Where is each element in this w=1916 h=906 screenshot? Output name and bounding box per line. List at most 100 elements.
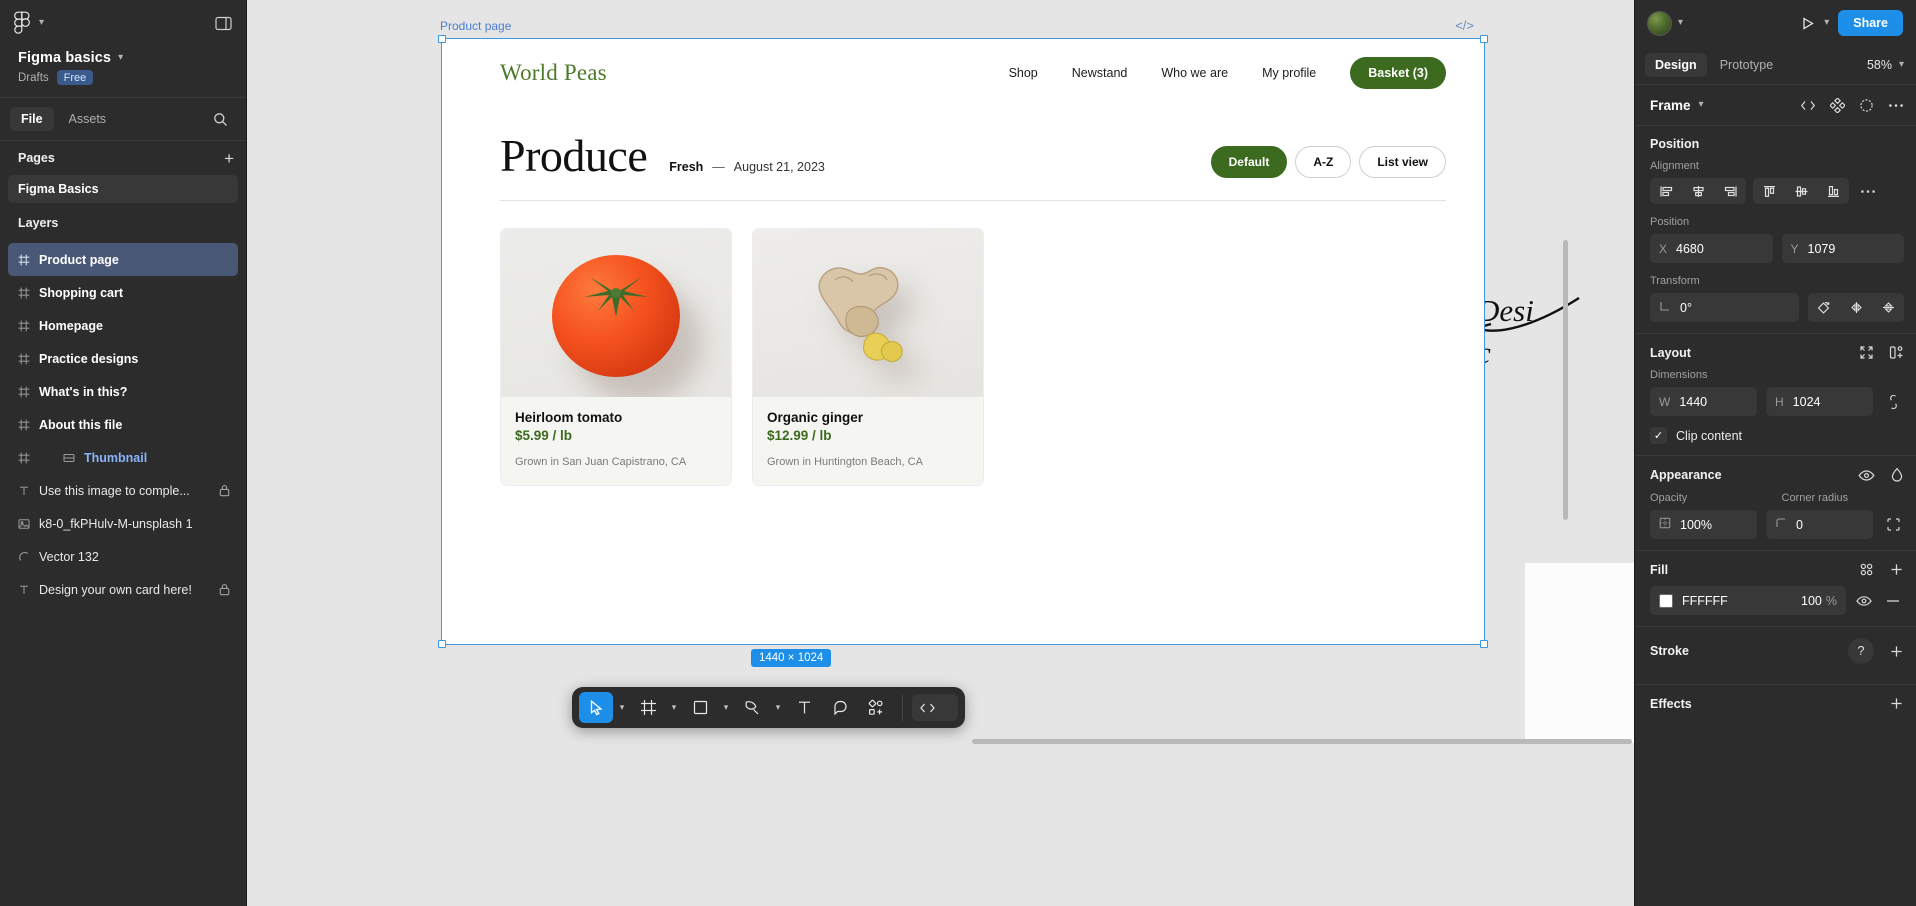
resize-handle-bottom-left[interactable]: [438, 640, 446, 648]
nav-link-my-profile[interactable]: My profile: [1262, 66, 1316, 80]
more-options-icon[interactable]: [1888, 103, 1904, 108]
layer-row[interactable]: k8-0_fkPHulv-M-unsplash 1: [8, 507, 238, 540]
lock-icon[interactable]: [219, 583, 230, 596]
styles-icon[interactable]: [1859, 562, 1874, 577]
layer-row[interactable]: Vector 132: [8, 540, 238, 573]
add-fill-icon[interactable]: [1889, 562, 1904, 577]
blend-mode-icon[interactable]: [1890, 467, 1904, 483]
layer-row[interactable]: What's in this?: [8, 375, 238, 408]
resize-to-fit-icon[interactable]: [1859, 345, 1874, 360]
dev-mode-code-icon[interactable]: [912, 694, 958, 721]
lock-aspect-ratio-icon[interactable]: [1882, 394, 1904, 410]
position-y-field[interactable]: Y 1079: [1781, 234, 1904, 263]
position-x-field[interactable]: X 4680: [1650, 234, 1773, 263]
pill-list-view[interactable]: List view: [1359, 146, 1446, 178]
zoom-control[interactable]: 58% ▾: [1867, 58, 1904, 72]
file-title-row[interactable]: Figma basics ▾: [18, 50, 232, 66]
layer-row[interactable]: Use this image to comple...: [8, 474, 238, 507]
avatar[interactable]: [1647, 10, 1672, 36]
width-field[interactable]: W 1440: [1650, 387, 1757, 416]
clip-content-checkbox[interactable]: ✓: [1650, 427, 1667, 444]
tab-file[interactable]: File: [10, 107, 54, 131]
layer-row[interactable]: Practice designs: [8, 342, 238, 375]
pill-a-z[interactable]: A-Z: [1295, 146, 1352, 178]
figma-menu-button[interactable]: ▾: [14, 11, 44, 35]
horizontal-scrollbar[interactable]: [972, 739, 1632, 744]
selection-type[interactable]: Frame ▾: [1650, 98, 1704, 113]
toggle-ui-panels-icon[interactable]: [215, 16, 232, 31]
chevron-down-icon[interactable]: ▾: [667, 702, 681, 713]
nav-link-who-we-are[interactable]: Who we are: [1161, 66, 1228, 80]
pill-default[interactable]: Default: [1210, 146, 1288, 178]
layer-row[interactable]: Shopping cart: [8, 276, 238, 309]
help-icon[interactable]: ?: [1848, 638, 1874, 664]
align-horizontal-center-icon[interactable]: [1682, 178, 1714, 204]
rotation-field[interactable]: 0°: [1650, 293, 1799, 322]
align-right-icon[interactable]: [1714, 178, 1746, 204]
product-card[interactable]: Organic ginger $12.99 / lb Grown in Hunt…: [752, 228, 984, 486]
rectangle-icon[interactable]: [683, 692, 717, 723]
product-card[interactable]: Heirloom tomato $5.99 / lb Grown in San …: [500, 228, 732, 486]
share-button[interactable]: Share: [1838, 10, 1903, 36]
comment-icon[interactable]: [823, 692, 857, 723]
chevron-down-icon[interactable]: ▾: [771, 702, 785, 713]
independent-corners-icon[interactable]: [1882, 517, 1904, 532]
search-icon[interactable]: [213, 112, 236, 127]
frame-name-label[interactable]: Product page: [440, 19, 511, 33]
remove-fill-icon[interactable]: [1882, 599, 1904, 603]
layer-row[interactable]: About this file: [8, 408, 238, 441]
reset-instance-icon[interactable]: [1859, 98, 1874, 113]
tab-design[interactable]: Design: [1645, 53, 1707, 77]
color-swatch[interactable]: [1659, 593, 1673, 608]
user-menu[interactable]: ▾: [1647, 10, 1683, 36]
frame-icon[interactable]: [631, 692, 665, 723]
add-effect-icon[interactable]: [1889, 696, 1904, 711]
site-brand[interactable]: World Peas: [500, 60, 607, 86]
clip-content-row[interactable]: ✓ Clip content: [1650, 427, 1904, 444]
rotate-icon[interactable]: [1808, 293, 1840, 322]
text-tool-icon[interactable]: [787, 692, 821, 723]
nav-link-newstand[interactable]: Newstand: [1072, 66, 1128, 80]
fill-opacity[interactable]: 100 %: [1801, 594, 1837, 608]
code-icon[interactable]: </>: [1455, 18, 1474, 33]
add-component-icon[interactable]: [859, 692, 893, 723]
product-page-frame[interactable]: World Peas Shop Newstand Who we are My p…: [438, 35, 1488, 648]
tab-prototype[interactable]: Prototype: [1710, 53, 1784, 77]
flip-horizontal-icon[interactable]: [1840, 293, 1872, 322]
flip-vertical-icon[interactable]: [1872, 293, 1904, 322]
plan-badge[interactable]: Free: [56, 70, 94, 85]
move-cursor-icon[interactable]: [579, 692, 613, 723]
align-vertical-center-icon[interactable]: [1785, 178, 1817, 204]
add-stroke-icon[interactable]: [1889, 644, 1904, 659]
opacity-field[interactable]: 100%: [1650, 510, 1757, 539]
chevron-down-icon[interactable]: ▾: [719, 702, 733, 713]
align-left-icon[interactable]: [1650, 178, 1682, 204]
chevron-down-icon[interactable]: ▾: [615, 702, 629, 713]
tab-assets[interactable]: Assets: [58, 107, 118, 131]
basket-button[interactable]: Basket (3): [1350, 57, 1446, 89]
add-auto-layout-icon[interactable]: [1889, 345, 1904, 360]
resize-handle-top-right[interactable]: [1480, 35, 1488, 43]
more-options-icon[interactable]: [1860, 189, 1876, 194]
create-component-icon[interactable]: [1830, 97, 1845, 113]
plus-icon[interactable]: +: [224, 150, 234, 167]
resize-handle-bottom-right[interactable]: [1480, 640, 1488, 648]
visibility-eye-icon[interactable]: [1853, 595, 1875, 607]
page-item-figma-basics[interactable]: Figma Basics: [8, 175, 238, 203]
visibility-eye-icon[interactable]: [1858, 469, 1875, 482]
layer-row[interactable]: Design your own card here!: [8, 573, 238, 606]
layer-row[interactable]: Thumbnail: [8, 441, 238, 474]
code-icon[interactable]: [1800, 99, 1816, 112]
layer-row[interactable]: Product page: [8, 243, 238, 276]
lock-icon[interactable]: [219, 484, 230, 497]
pen-icon[interactable]: [735, 692, 769, 723]
fill-color-field[interactable]: FFFFFF 100 %: [1650, 586, 1846, 615]
resize-handle-top-left[interactable]: [438, 35, 446, 43]
vertical-scrollbar[interactable]: [1563, 240, 1568, 520]
align-top-icon[interactable]: [1753, 178, 1785, 204]
chevron-down-icon[interactable]: ▾: [1824, 18, 1829, 28]
canvas-area[interactable]: Product page </> Desic World Peas Shop N…: [247, 0, 1634, 906]
height-field[interactable]: H 1024: [1766, 387, 1873, 416]
align-bottom-icon[interactable]: [1817, 178, 1849, 204]
layer-row[interactable]: Homepage: [8, 309, 238, 342]
